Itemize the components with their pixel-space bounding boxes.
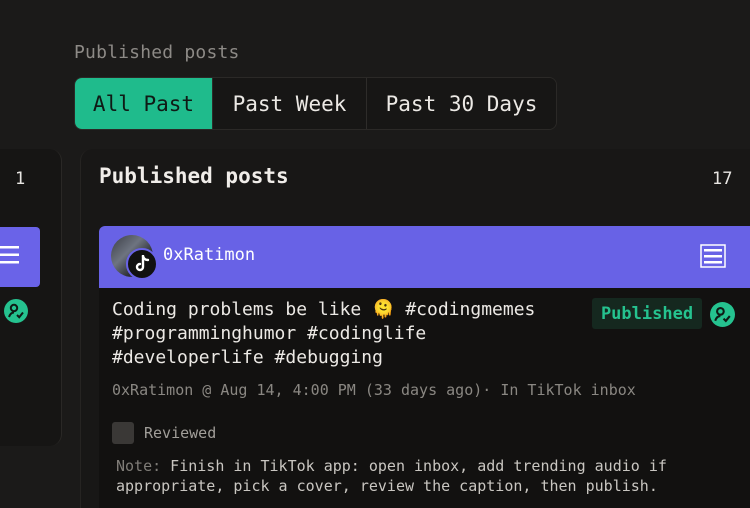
status-badge: Published [592, 298, 702, 329]
post-card-header[interactable]: 0xRatimon [99, 226, 750, 288]
column-count: 17 [712, 169, 733, 189]
section-label: Published posts [74, 42, 240, 63]
post-meta: 0xRatimon @ Aug 14, 4:00 PM (33 days ago… [112, 381, 636, 399]
post-author: 0xRatimon [163, 245, 256, 265]
left-column [0, 149, 62, 446]
reviewed-checkbox[interactable]: Reviewed [112, 422, 216, 444]
caption-line: #developerlife #debugging [112, 347, 383, 368]
note-label: Note: [116, 457, 162, 475]
reviewed-label: Reviewed [144, 424, 217, 442]
tab-past-week[interactable]: Past Week [213, 78, 367, 129]
time-filter-tabs: All Past Past Week Past 30 Days [74, 77, 557, 130]
tab-all-past[interactable]: All Past [75, 78, 213, 129]
checkbox-box[interactable] [112, 422, 134, 444]
note-text: Finish in TikTok app: open inbox, add tr… [116, 457, 667, 495]
post-card[interactable]: 0xRatimon Coding problems be like 🫠 #cod… [99, 226, 750, 508]
post-caption: Coding problems be like 🫠 #codingmemes #… [112, 298, 582, 370]
caption-line: Coding problems be like 🫠 #codingmemes [112, 299, 536, 320]
column-title: Published posts [99, 164, 289, 188]
tiktok-icon [126, 248, 158, 280]
app-root: Published posts All Past Past Week Past … [0, 0, 750, 508]
published-status-icon [4, 299, 28, 323]
menu-icon[interactable] [700, 244, 726, 268]
left-column-count: 1 [15, 169, 26, 189]
menu-icon[interactable] [0, 245, 20, 265]
published-status-icon [710, 302, 735, 327]
tiktok-note-icon [135, 255, 150, 272]
tab-past-30-days[interactable]: Past 30 Days [367, 78, 556, 129]
caption-line: #programminghumor #codinglife [112, 323, 427, 344]
post-note: Note: Finish in TikTok app: open inbox, … [116, 456, 696, 496]
